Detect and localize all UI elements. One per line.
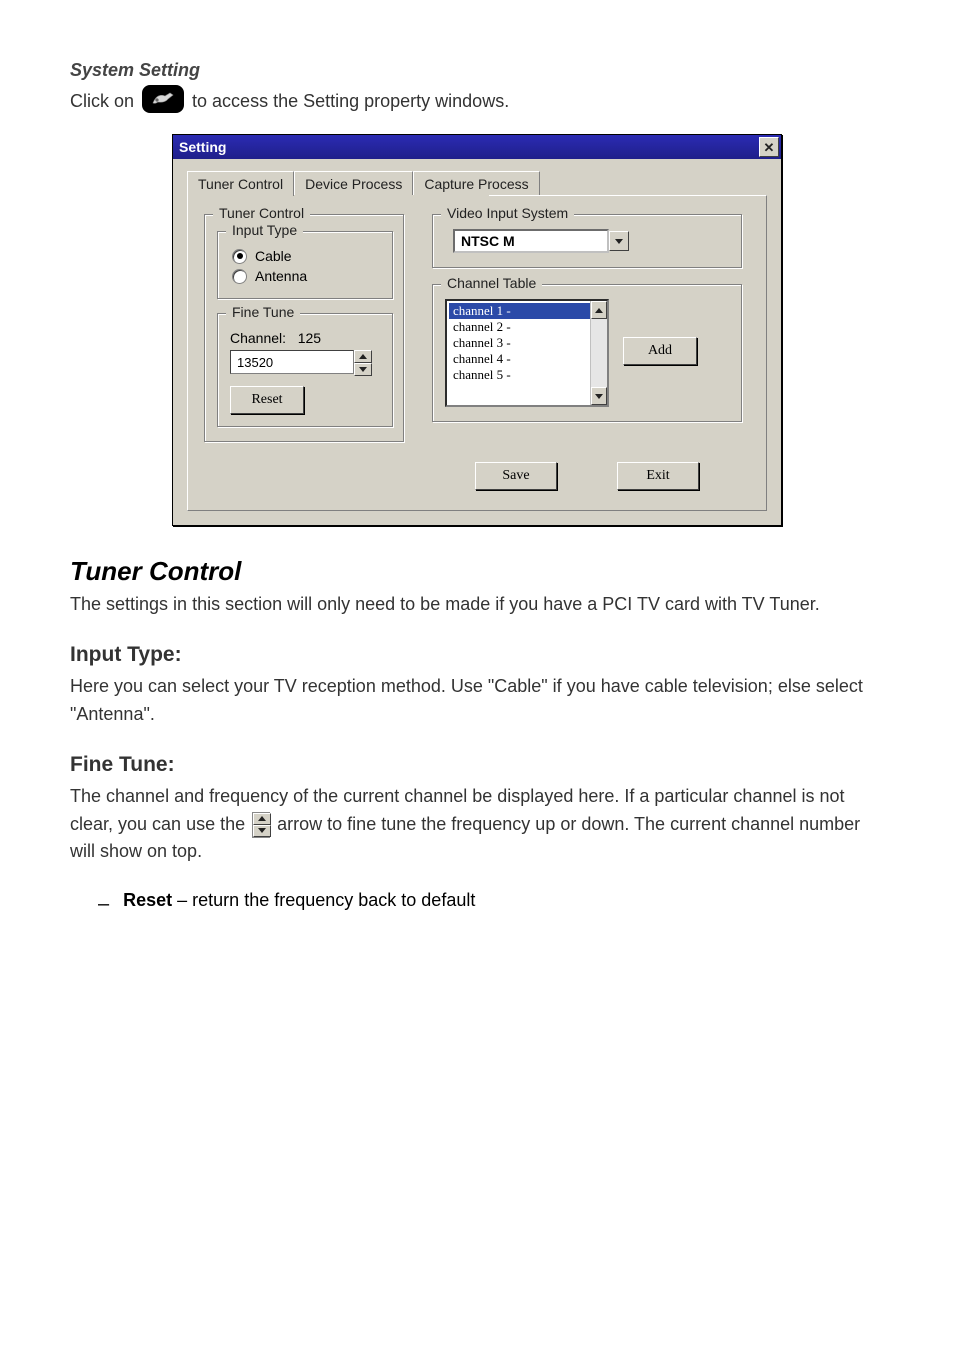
- up-down-arrows-icon: [252, 812, 270, 838]
- input-type-label: Input Type: [226, 222, 303, 238]
- tab-tuner-control[interactable]: Tuner Control: [187, 171, 294, 196]
- list-item[interactable]: channel 1 -: [449, 303, 605, 319]
- tuner-control-group-label: Tuner Control: [213, 205, 310, 221]
- scroll-up-icon[interactable]: [591, 301, 607, 319]
- save-button[interactable]: Save: [475, 462, 557, 490]
- fine-tune-subheading: Fine Tune:: [70, 753, 884, 777]
- radio-cable-row[interactable]: Cable: [232, 248, 380, 264]
- tuner-control-section-body: The settings in this section will only n…: [70, 591, 884, 619]
- video-input-system-group: Video Input System NTSC M: [432, 214, 742, 268]
- channel-listbox[interactable]: channel 1 - channel 2 - channel 3 - chan…: [445, 299, 609, 407]
- channel-number: 125: [298, 330, 321, 346]
- video-input-system-value: NTSC M: [453, 229, 609, 253]
- tuner-control-section-heading: Tuner Control: [70, 556, 884, 587]
- fine-tune-body: The channel and frequency of the current…: [70, 783, 884, 867]
- list-item[interactable]: channel 5 -: [449, 367, 605, 383]
- radio-antenna-row[interactable]: Antenna: [232, 268, 380, 284]
- tab-panel: Tuner Control Input Type Cable Antenna: [187, 195, 767, 511]
- scroll-track[interactable]: [591, 319, 607, 387]
- video-input-system-dropdown[interactable]: NTSC M: [453, 229, 631, 253]
- reset-bullet-body: – return the frequency back to default: [172, 890, 475, 910]
- spin-up-button[interactable]: [354, 350, 372, 363]
- tuner-control-group: Tuner Control Input Type Cable Antenna: [204, 214, 404, 442]
- icon-line-prefix: Click on: [70, 91, 134, 112]
- bullet-dash-icon: –: [98, 890, 109, 918]
- channel-prefix: Channel:: [230, 330, 286, 346]
- tab-capture-process[interactable]: Capture Process: [413, 171, 539, 196]
- tab-device-process[interactable]: Device Process: [294, 171, 413, 196]
- reset-bullet: – Reset – return the frequency back to d…: [98, 890, 884, 918]
- setting-window: Setting ✕ Tuner Control Device Process C…: [172, 134, 782, 526]
- channel-table-label: Channel Table: [441, 275, 542, 291]
- exit-button[interactable]: Exit: [617, 462, 699, 490]
- close-button[interactable]: ✕: [759, 137, 779, 157]
- radio-antenna[interactable]: [232, 269, 247, 284]
- radio-cable-label: Cable: [255, 248, 292, 264]
- fine-tune-group: Fine Tune Channel: 125 13520: [217, 313, 393, 427]
- tab-strip: Tuner Control Device Process Capture Pro…: [187, 171, 767, 196]
- frequency-value[interactable]: 13520: [230, 350, 354, 374]
- spin-down-button[interactable]: [354, 363, 372, 376]
- list-item[interactable]: channel 3 -: [449, 335, 605, 351]
- listbox-scrollbar[interactable]: [590, 301, 607, 405]
- frequency-spinner[interactable]: 13520: [230, 350, 382, 376]
- close-icon: ✕: [764, 141, 775, 154]
- list-item[interactable]: channel 2 -: [449, 319, 605, 335]
- dropdown-arrow-icon[interactable]: [609, 231, 629, 251]
- radio-cable[interactable]: [232, 249, 247, 264]
- system-setting-heading: System Setting: [70, 60, 884, 81]
- settings-wrench-icon: [142, 85, 184, 113]
- channel-table-group: Channel Table channel 1 - channel 2 - ch…: [432, 284, 742, 422]
- scroll-down-icon[interactable]: [591, 387, 607, 405]
- icon-line-suffix: to access the Setting property windows.: [192, 91, 509, 112]
- input-type-body: Here you can select your TV reception me…: [70, 673, 884, 729]
- video-input-system-label: Video Input System: [441, 205, 574, 221]
- radio-antenna-label: Antenna: [255, 268, 307, 284]
- list-item[interactable]: channel 4 -: [449, 351, 605, 367]
- input-type-group: Input Type Cable Antenna: [217, 231, 393, 299]
- title-bar: Setting ✕: [173, 135, 781, 159]
- reset-bullet-label: Reset: [123, 890, 172, 910]
- input-type-subheading: Input Type:: [70, 643, 884, 667]
- add-button[interactable]: Add: [623, 337, 697, 365]
- reset-button[interactable]: Reset: [230, 386, 304, 414]
- window-title: Setting: [179, 139, 226, 155]
- fine-tune-label: Fine Tune: [226, 304, 300, 320]
